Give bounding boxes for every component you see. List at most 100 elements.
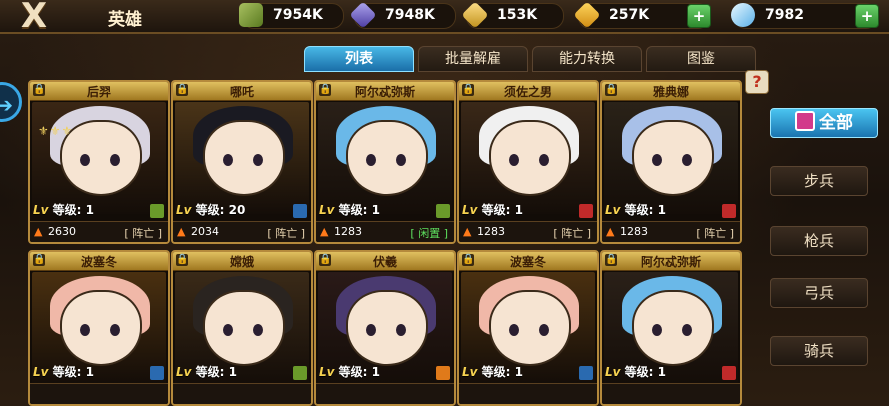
power-flame-icon: ▲	[320, 225, 329, 238]
hero-card[interactable]: 🔒 波塞冬 Lv 等级: 1	[457, 250, 599, 406]
hero-class-icon	[436, 204, 450, 218]
hero-footer: ▲ 1283 [ 阵亡 ]	[602, 221, 740, 242]
hero-card[interactable]: 🔒 阿尔忒弥斯 Lv 等级: 1	[600, 250, 742, 406]
hero-nameplate: 🔒 须佐之男	[459, 82, 597, 101]
resource-diamond: 7982 +	[731, 3, 879, 29]
hero-portrait	[175, 102, 309, 214]
level-value: 1	[657, 365, 667, 379]
hero-eye	[509, 154, 519, 166]
level-text: 等级:	[195, 203, 225, 217]
hero-card[interactable]: 🔒 嫦娥 Lv 等级: 1	[171, 250, 313, 406]
power-flame-icon: ▲	[606, 225, 615, 238]
hero-level: Lv 等级: 1	[33, 363, 94, 380]
level-prefix: Lv	[176, 203, 192, 217]
gold-ore-icon	[461, 1, 489, 29]
level-prefix: Lv	[33, 203, 49, 217]
hero-eye	[366, 324, 376, 336]
hero-face	[489, 120, 571, 196]
hero-face	[632, 120, 714, 196]
hero-level: Lv 等级: 1	[319, 363, 380, 380]
level-prefix: Lv	[319, 365, 335, 379]
hero-eye	[682, 324, 692, 336]
hero-nameplate: 🔒 伏羲	[316, 252, 454, 271]
power-flame-icon: ▲	[177, 225, 186, 238]
hero-power: 1283	[620, 225, 648, 238]
hero-eye	[396, 324, 406, 336]
hero-card[interactable]: 🔒 伏羲 Lv 等级: 1	[314, 250, 456, 406]
diamond-icon	[731, 3, 755, 27]
hero-class-icon	[293, 366, 307, 380]
hero-nameplate: 🔒 波塞冬	[30, 252, 168, 271]
hero-name: 阿尔忒弥斯	[640, 255, 701, 269]
hero-card[interactable]: 🔒 须佐之男 Lv 等级: 1 ▲ 1283 [ 阵亡 ]	[457, 80, 599, 244]
hero-footer	[316, 383, 454, 404]
hero-status: [ 阵亡 ]	[267, 227, 305, 240]
status-text: 阵亡	[704, 227, 727, 240]
hero-card[interactable]: 🔒 哪吒 Lv 等级: 20 ▲ 2034 [ 阵亡 ]	[171, 80, 313, 244]
hero-face	[489, 290, 571, 366]
tab-list[interactable]: 列表	[304, 46, 414, 72]
close-button[interactable]: X	[14, 0, 54, 34]
filter-cavalry[interactable]: 骑兵	[770, 336, 868, 366]
hero-nameplate: 🔒 阿尔忒弥斯	[316, 82, 454, 101]
hero-nameplate: 🔒 哪吒	[173, 82, 311, 101]
hero-power: 1283	[477, 225, 505, 238]
hero-face	[346, 120, 428, 196]
filter-infantry[interactable]: 步兵	[770, 166, 868, 196]
hero-card[interactable]: 🔒 阿尔忒弥斯 Lv 等级: 1 ▲ 1283 [ 闲置 ]	[314, 80, 456, 244]
hero-face	[632, 290, 714, 366]
hero-class-icon	[293, 204, 307, 218]
level-prefix: Lv	[462, 365, 478, 379]
filter-all[interactable]: 全部	[770, 108, 878, 138]
hero-footer: ▲ 1283 [ 闲置 ]	[316, 221, 454, 242]
tab-collection[interactable]: 图鉴	[646, 46, 756, 72]
hero-eye	[539, 154, 549, 166]
hero-level: Lv 等级: 1	[605, 201, 666, 218]
hero-level: Lv 等级: 1	[33, 201, 94, 218]
hero-class-icon	[579, 366, 593, 380]
hero-class-icon	[722, 204, 736, 218]
level-prefix: Lv	[605, 203, 621, 217]
level-prefix: Lv	[33, 365, 49, 379]
hero-footer	[459, 383, 597, 404]
hero-footer	[30, 383, 168, 404]
filter-spearmen[interactable]: 枪兵	[770, 226, 868, 256]
hero-eye	[682, 154, 692, 166]
level-prefix: Lv	[605, 365, 621, 379]
hero-card[interactable]: 🔒 波塞冬 Lv 等级: 1	[28, 250, 170, 406]
hero-card[interactable]: 🔒 后羿 ⚜⚜⚜ Lv 等级: 1 ▲ 2630 [ 阵亡 ]	[28, 80, 170, 244]
hero-footer	[602, 383, 740, 404]
tab-batch-dismiss[interactable]: 批量解雇	[418, 46, 528, 72]
hero-face	[203, 290, 285, 366]
hero-eye	[80, 324, 90, 336]
hero-eye	[253, 324, 263, 336]
hero-name: 嫦娥	[229, 255, 254, 269]
hero-portrait: ⚜⚜⚜	[32, 102, 166, 214]
tab-ability-convert[interactable]: 能力转换	[532, 46, 642, 72]
hero-footer	[173, 383, 311, 404]
resource-stone: 7948K	[349, 1, 456, 29]
add-diamond-button[interactable]: +	[855, 4, 879, 28]
hero-portrait	[318, 102, 452, 214]
level-text: 等级:	[338, 203, 368, 217]
status-text: 阵亡	[561, 227, 584, 240]
add-gold-button[interactable]: +	[687, 4, 711, 28]
level-prefix: Lv	[462, 203, 478, 217]
hero-name: 后羿	[86, 85, 111, 99]
power-flame-icon: ▲	[34, 225, 43, 238]
resource-wood: 7954K	[239, 3, 344, 29]
hero-status: [ 闲置 ]	[410, 227, 448, 240]
hero-eye	[509, 324, 519, 336]
resource-value: 7982	[765, 7, 804, 23]
hero-card[interactable]: 🔒 雅典娜 Lv 等级: 1 ▲ 1283 [ 阵亡 ]	[600, 80, 742, 244]
level-text: 等级:	[624, 365, 654, 379]
hero-nameplate: 🔒 雅典娜	[602, 82, 740, 101]
hero-level: Lv 等级: 1	[605, 363, 666, 380]
all-category-icon	[795, 111, 815, 131]
hero-nameplate: 🔒 后羿	[30, 82, 168, 101]
level-value: 1	[657, 203, 667, 217]
hero-class-icon	[579, 204, 593, 218]
help-button[interactable]: ?	[745, 70, 769, 94]
hero-power: 2630	[48, 225, 76, 238]
filter-archers[interactable]: 弓兵	[770, 278, 868, 308]
